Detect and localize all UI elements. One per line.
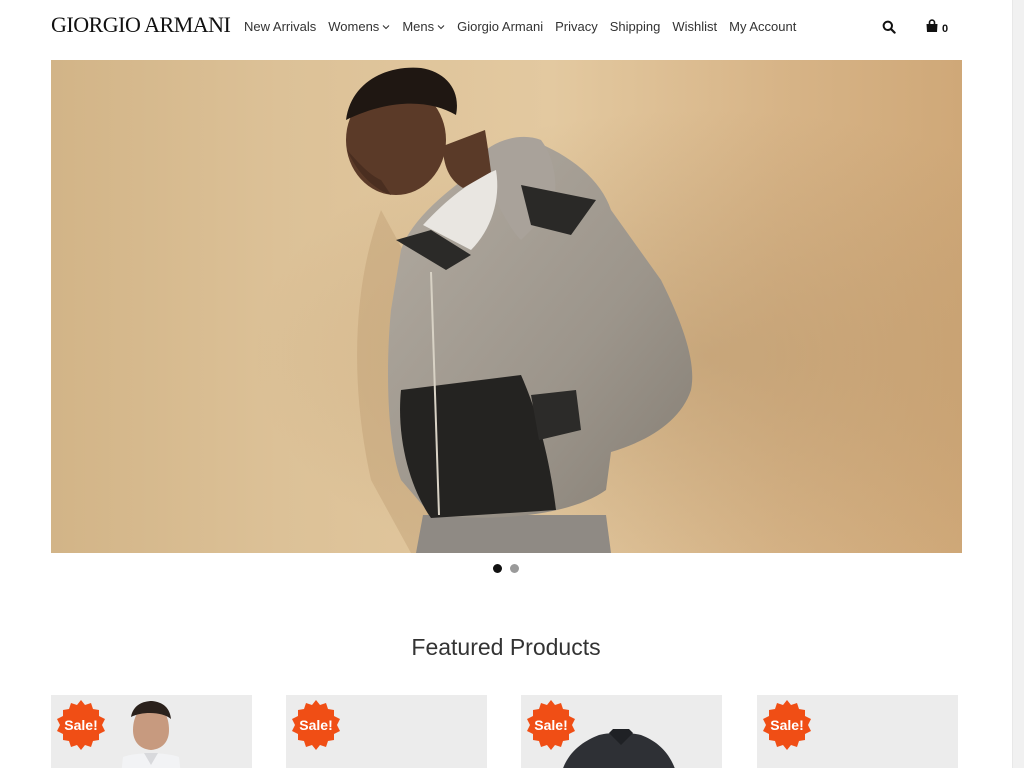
product-grid: Sale! Sale! Sale! Sale! xyxy=(51,695,962,768)
sale-badge-label: Sale! xyxy=(64,717,98,733)
product-card[interactable]: Sale! xyxy=(757,695,958,768)
shopping-bag-icon xyxy=(925,19,939,38)
sale-badge: Sale! xyxy=(290,699,342,751)
sale-badge: Sale! xyxy=(55,699,107,751)
product-card[interactable]: Sale! xyxy=(521,695,722,768)
nav-label: Mens xyxy=(402,19,435,34)
site-header: GIORGIO ARMANI New Arrivals Womens Mens … xyxy=(0,0,1012,56)
brand-logo[interactable]: GIORGIO ARMANI xyxy=(51,12,231,38)
page-scrollbar[interactable] xyxy=(1012,0,1024,768)
chevron-down-icon xyxy=(437,24,445,30)
nav-label: My Account xyxy=(729,19,797,34)
product-card[interactable]: Sale! xyxy=(51,695,252,768)
nav-item-privacy[interactable]: Privacy xyxy=(555,19,598,34)
cart-count: 0 xyxy=(942,22,949,35)
featured-products-title: Featured Products xyxy=(411,634,601,660)
slider-dot-2[interactable] xyxy=(510,564,519,573)
nav-item-womens[interactable]: Womens xyxy=(328,19,390,34)
slider-dot-1[interactable] xyxy=(493,564,502,573)
nav-item-giorgio-armani[interactable]: Giorgio Armani xyxy=(457,19,543,34)
sale-badge: Sale! xyxy=(761,699,813,751)
main-nav: New Arrivals Womens Mens Giorgio Armani … xyxy=(244,19,808,34)
nav-label: Womens xyxy=(328,19,380,34)
sale-badge-label: Sale! xyxy=(299,717,333,733)
sale-badge-label: Sale! xyxy=(770,717,804,733)
nav-item-wishlist[interactable]: Wishlist xyxy=(672,19,717,34)
nav-item-shipping[interactable]: Shipping xyxy=(610,19,661,34)
sale-badge-label: Sale! xyxy=(534,717,568,733)
hero-image xyxy=(51,60,962,553)
chevron-down-icon xyxy=(382,24,390,30)
nav-label: Shipping xyxy=(609,19,661,34)
nav-item-new-arrivals[interactable]: New Arrivals xyxy=(244,19,316,34)
nav-label: Wishlist xyxy=(672,19,718,34)
product-card[interactable]: Sale! xyxy=(286,695,487,768)
nav-item-mens[interactable]: Mens xyxy=(402,19,445,34)
nav-label: Giorgio Armani xyxy=(457,19,544,34)
hero-slider-dots xyxy=(0,564,1012,573)
nav-label: New Arrivals xyxy=(244,19,317,34)
cart-button[interactable]: 0 xyxy=(925,19,948,38)
sale-badge: Sale! xyxy=(525,699,577,751)
nav-label: Privacy xyxy=(555,19,598,34)
nav-item-my-account[interactable]: My Account xyxy=(729,19,796,34)
hero-slider[interactable] xyxy=(51,60,962,553)
search-icon[interactable] xyxy=(882,20,898,36)
